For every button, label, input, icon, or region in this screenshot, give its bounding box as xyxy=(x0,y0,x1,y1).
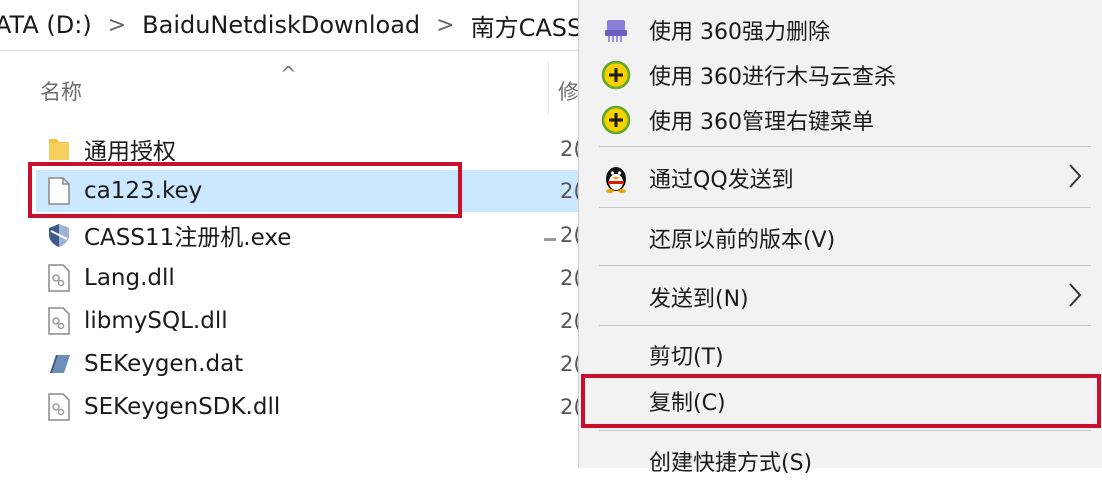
context-menu: 使用 360强力删除 使用 360进行木马云查杀 使用 360管理右键菜单 通过… xyxy=(578,0,1102,476)
blank-file-icon xyxy=(44,175,74,207)
360-plus-icon xyxy=(601,60,631,90)
breadcrumb-separator-icon[interactable]: > xyxy=(424,13,466,38)
file-name: 通用授权 xyxy=(84,139,176,165)
file-row[interactable]: 通用授权 2( xyxy=(36,128,590,170)
menu-item-label: 通过QQ发送到 xyxy=(649,168,794,193)
file-name: libmySQL.dll xyxy=(84,308,228,334)
column-header: 名称 ^ 修 xyxy=(0,62,590,117)
menu-separator xyxy=(599,265,1091,266)
file-row[interactable]: SEKeygen.dat 2( xyxy=(36,343,590,385)
menu-separator xyxy=(599,146,1091,147)
breadcrumb-separator-icon[interactable]: > xyxy=(96,13,138,38)
sort-ascending-icon: ^ xyxy=(280,62,297,86)
360-plus-icon xyxy=(601,105,631,135)
folder-icon xyxy=(44,133,74,165)
file-name: CASS11注册机.exe xyxy=(84,225,292,251)
file-name: SEKeygen.dat xyxy=(84,351,244,377)
submenu-arrow-icon xyxy=(1067,282,1083,312)
breadcrumb: ATA (D:) > BaiduNetdiskDownload > 南方CASS… xyxy=(0,0,590,50)
menu-item-cut[interactable]: 剪切(T) xyxy=(579,330,1102,380)
360-shred-icon xyxy=(601,15,631,45)
file-name: Lang.dll xyxy=(84,265,175,291)
menu-separator xyxy=(599,207,1091,208)
menu-item-label: 还原以前的版本(V) xyxy=(649,228,836,253)
menu-item-label: 发送到(N) xyxy=(649,287,749,312)
breadcrumb-drive[interactable]: ATA (D:) xyxy=(0,11,96,39)
menu-item-copy[interactable]: 复制(C) xyxy=(579,376,1102,426)
menu-item-360-shred[interactable]: 使用 360强力删除 xyxy=(579,5,1102,55)
dll-file-icon xyxy=(44,262,74,294)
menu-item-create-shortcut[interactable]: 创建快捷方式(S) xyxy=(579,436,1102,486)
file-name: SEKeygenSDK.dll xyxy=(84,394,281,420)
file-name: ca123.key xyxy=(84,178,203,204)
file-row-selected[interactable]: ca123.key 2( xyxy=(36,170,590,212)
qq-penguin-icon xyxy=(601,163,631,193)
address-bar-divider xyxy=(0,50,590,51)
file-row[interactable]: Lang.dll 2( xyxy=(36,257,590,299)
menu-item-label: 复制(C) xyxy=(649,391,726,416)
column-resize-handle[interactable] xyxy=(544,238,556,241)
file-row[interactable]: SEKeygenSDK.dll 2( xyxy=(36,386,590,428)
menu-item-label: 使用 360管理右键菜单 xyxy=(649,110,874,135)
menu-item-label: 剪切(T) xyxy=(649,345,724,370)
breadcrumb-baidu[interactable]: BaiduNetdiskDownload xyxy=(138,11,424,39)
menu-item-360-manage[interactable]: 使用 360管理右键菜单 xyxy=(579,95,1102,145)
submenu-arrow-icon xyxy=(1067,163,1083,193)
dat-file-icon xyxy=(44,348,74,380)
menu-item-restore-versions[interactable]: 还原以前的版本(V) xyxy=(579,213,1102,263)
column-divider[interactable] xyxy=(548,62,549,114)
menu-item-label: 使用 360进行木马云查杀 xyxy=(649,65,896,90)
exe-shield-icon xyxy=(44,219,74,251)
menu-separator xyxy=(599,430,1091,431)
menu-item-qq-send[interactable]: 通过QQ发送到 xyxy=(579,153,1102,203)
breadcrumb-cass[interactable]: 南方CASS xyxy=(467,8,587,43)
menu-item-label: 创建快捷方式(S) xyxy=(649,451,813,476)
menu-item-label: 使用 360强力删除 xyxy=(649,20,830,45)
dll-file-icon xyxy=(44,391,74,423)
dll-file-icon xyxy=(44,305,74,337)
column-header-modified[interactable]: 修 xyxy=(558,76,579,106)
file-row[interactable]: libmySQL.dll 2( xyxy=(36,300,590,342)
menu-separator xyxy=(599,325,1091,326)
file-row[interactable]: CASS11注册机.exe 2( xyxy=(36,214,590,256)
menu-item-360-scan[interactable]: 使用 360进行木马云查杀 xyxy=(579,50,1102,100)
column-header-name[interactable]: 名称 xyxy=(40,76,82,106)
menu-item-send-to[interactable]: 发送到(N) xyxy=(579,272,1102,322)
